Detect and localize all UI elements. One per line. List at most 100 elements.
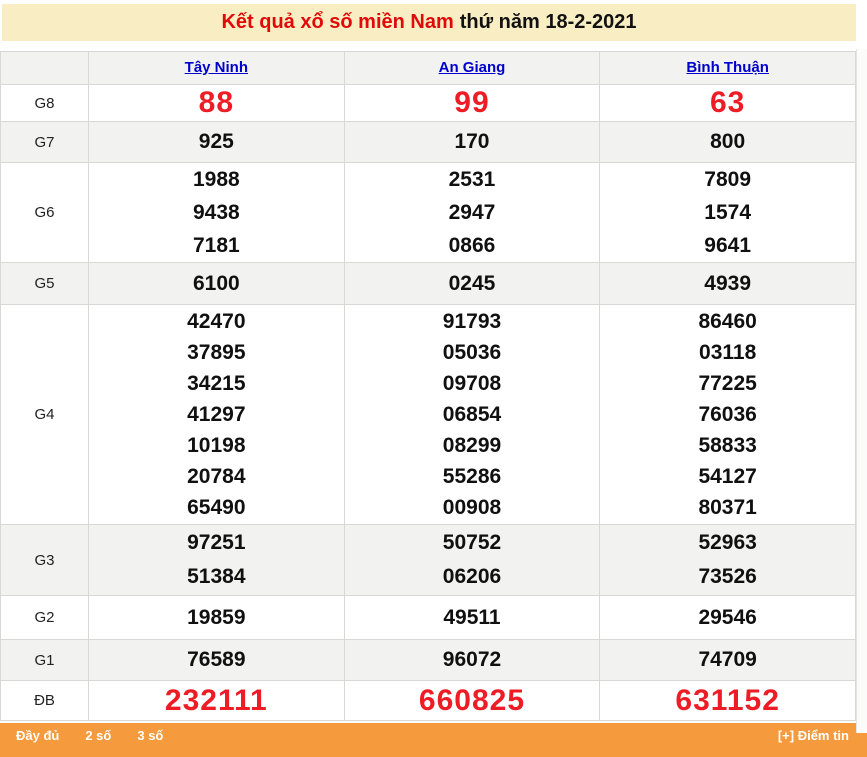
result-number: 4939 bbox=[600, 269, 855, 299]
result-number: 91793 bbox=[345, 306, 600, 337]
result-number: 97251 bbox=[89, 526, 344, 560]
result-cell: 631152 bbox=[600, 681, 856, 721]
province-link-tay-ninh[interactable]: Tây Ninh bbox=[185, 59, 248, 76]
prize-row-g3: G3 97251 51384 50752 06206 52963 73526 bbox=[1, 525, 856, 596]
result-cell: 925 bbox=[89, 122, 345, 163]
province-header-cell: An Giang bbox=[344, 52, 600, 85]
result-number: 05036 bbox=[345, 337, 600, 368]
prize-row-g1: G1 76589 96072 74709 bbox=[1, 640, 856, 681]
result-cell: 232111 bbox=[89, 681, 345, 721]
result-cell: 88 bbox=[89, 85, 345, 122]
result-cell: 99 bbox=[344, 85, 600, 122]
result-number: 1574 bbox=[600, 196, 855, 229]
banner-title-date: thứ năm 18-2-2021 bbox=[460, 11, 637, 34]
prize-label-g1: G1 bbox=[1, 640, 89, 681]
result-number: 08299 bbox=[345, 430, 600, 461]
result-cell: 63 bbox=[600, 85, 856, 122]
result-cell: 19859 bbox=[89, 596, 345, 640]
result-number: 96072 bbox=[345, 645, 600, 675]
result-cell: 74709 bbox=[600, 640, 856, 681]
prize-row-g2: G2 19859 49511 29546 bbox=[1, 596, 856, 640]
result-cell: 96072 bbox=[344, 640, 600, 681]
prize-row-db: ĐB 232111 660825 631152 bbox=[1, 681, 856, 721]
result-cell: 86460 03118 77225 76036 58833 54127 8037… bbox=[600, 305, 856, 525]
result-number: 0866 bbox=[345, 229, 600, 262]
lottery-results-widget: Kết quả xổ số miền Nam thứ năm 18-2-2021… bbox=[0, 4, 856, 721]
result-number: 42470 bbox=[89, 306, 344, 337]
result-number: 63 bbox=[600, 85, 855, 121]
result-cell: 170 bbox=[344, 122, 600, 163]
result-number: 80371 bbox=[600, 492, 855, 523]
result-cell: 4939 bbox=[600, 263, 856, 305]
result-number: 49511 bbox=[345, 603, 600, 633]
footer-tab-bar: Đầy đủ 2 số 3 số [+] Điểm tin bbox=[0, 723, 867, 757]
result-number: 925 bbox=[89, 127, 344, 157]
result-cell: 660825 bbox=[344, 681, 600, 721]
result-number: 10198 bbox=[89, 430, 344, 461]
footer-more-link[interactable]: [+] Điểm tin bbox=[778, 728, 849, 743]
result-cell: 29546 bbox=[600, 596, 856, 640]
result-number: 00908 bbox=[345, 492, 600, 523]
prize-row-g6: G6 1988 9438 7181 2531 2947 0866 7809 15… bbox=[1, 163, 856, 263]
prize-label-g3: G3 bbox=[1, 525, 89, 596]
result-cell: 2531 2947 0866 bbox=[344, 163, 600, 263]
result-number: 6100 bbox=[89, 269, 344, 299]
result-number: 34215 bbox=[89, 368, 344, 399]
province-header-cell: Tây Ninh bbox=[89, 52, 345, 85]
footer-tab-2so[interactable]: 2 số bbox=[85, 728, 111, 743]
result-number: 660825 bbox=[345, 683, 600, 719]
corner-cell bbox=[1, 52, 89, 85]
result-number: 29546 bbox=[600, 603, 855, 633]
result-number: 7809 bbox=[600, 163, 855, 196]
footer-tab-3so[interactable]: 3 số bbox=[137, 728, 163, 743]
result-number: 58833 bbox=[600, 430, 855, 461]
province-link-an-giang[interactable]: An Giang bbox=[439, 59, 506, 76]
result-number: 631152 bbox=[600, 683, 855, 719]
footer-tab-full[interactable]: Đầy đủ bbox=[16, 728, 59, 743]
result-cell: 76589 bbox=[89, 640, 345, 681]
prize-label-g6: G6 bbox=[1, 163, 89, 263]
result-number: 54127 bbox=[600, 461, 855, 492]
prize-row-g5: G5 6100 0245 4939 bbox=[1, 263, 856, 305]
banner-title-main: Kết quả xổ số miền Nam bbox=[221, 11, 453, 34]
prize-label-g5: G5 bbox=[1, 263, 89, 305]
result-number: 9641 bbox=[600, 229, 855, 262]
result-number: 06854 bbox=[345, 399, 600, 430]
prize-label-g7: G7 bbox=[1, 122, 89, 163]
prize-label-g2: G2 bbox=[1, 596, 89, 640]
results-table: Tây Ninh An Giang Bình Thuận G8 88 99 63… bbox=[0, 51, 856, 721]
result-cell: 42470 37895 34215 41297 10198 20784 6549… bbox=[89, 305, 345, 525]
result-number: 65490 bbox=[89, 492, 344, 523]
result-number: 9438 bbox=[89, 196, 344, 229]
result-number: 800 bbox=[600, 127, 855, 157]
result-cell: 0245 bbox=[344, 263, 600, 305]
result-cell: 800 bbox=[600, 122, 856, 163]
prize-row-g8: G8 88 99 63 bbox=[1, 85, 856, 122]
result-number: 74709 bbox=[600, 645, 855, 675]
result-number: 170 bbox=[345, 127, 600, 157]
result-number: 03118 bbox=[600, 337, 855, 368]
page-right-gutter bbox=[856, 49, 867, 733]
province-header-cell: Bình Thuận bbox=[600, 52, 856, 85]
result-cell: 91793 05036 09708 06854 08299 55286 0090… bbox=[344, 305, 600, 525]
result-number: 0245 bbox=[345, 269, 600, 299]
result-number: 20784 bbox=[89, 461, 344, 492]
prize-label-g4: G4 bbox=[1, 305, 89, 525]
prize-row-g7: G7 925 170 800 bbox=[1, 122, 856, 163]
result-number: 2531 bbox=[345, 163, 600, 196]
prize-row-g4: G4 42470 37895 34215 41297 10198 20784 6… bbox=[1, 305, 856, 525]
result-number: 19859 bbox=[89, 603, 344, 633]
result-number: 2947 bbox=[345, 196, 600, 229]
result-cell: 1988 9438 7181 bbox=[89, 163, 345, 263]
result-cell: 7809 1574 9641 bbox=[600, 163, 856, 263]
province-link-binh-thuan[interactable]: Bình Thuận bbox=[686, 59, 769, 76]
result-number: 50752 bbox=[345, 526, 600, 560]
results-title-banner: Kết quả xổ số miền Nam thứ năm 18-2-2021 bbox=[2, 4, 856, 41]
result-number: 232111 bbox=[89, 683, 344, 719]
result-number: 52963 bbox=[600, 526, 855, 560]
prize-label-db: ĐB bbox=[1, 681, 89, 721]
result-cell: 6100 bbox=[89, 263, 345, 305]
result-cell: 52963 73526 bbox=[600, 525, 856, 596]
result-number: 76589 bbox=[89, 645, 344, 675]
result-cell: 50752 06206 bbox=[344, 525, 600, 596]
